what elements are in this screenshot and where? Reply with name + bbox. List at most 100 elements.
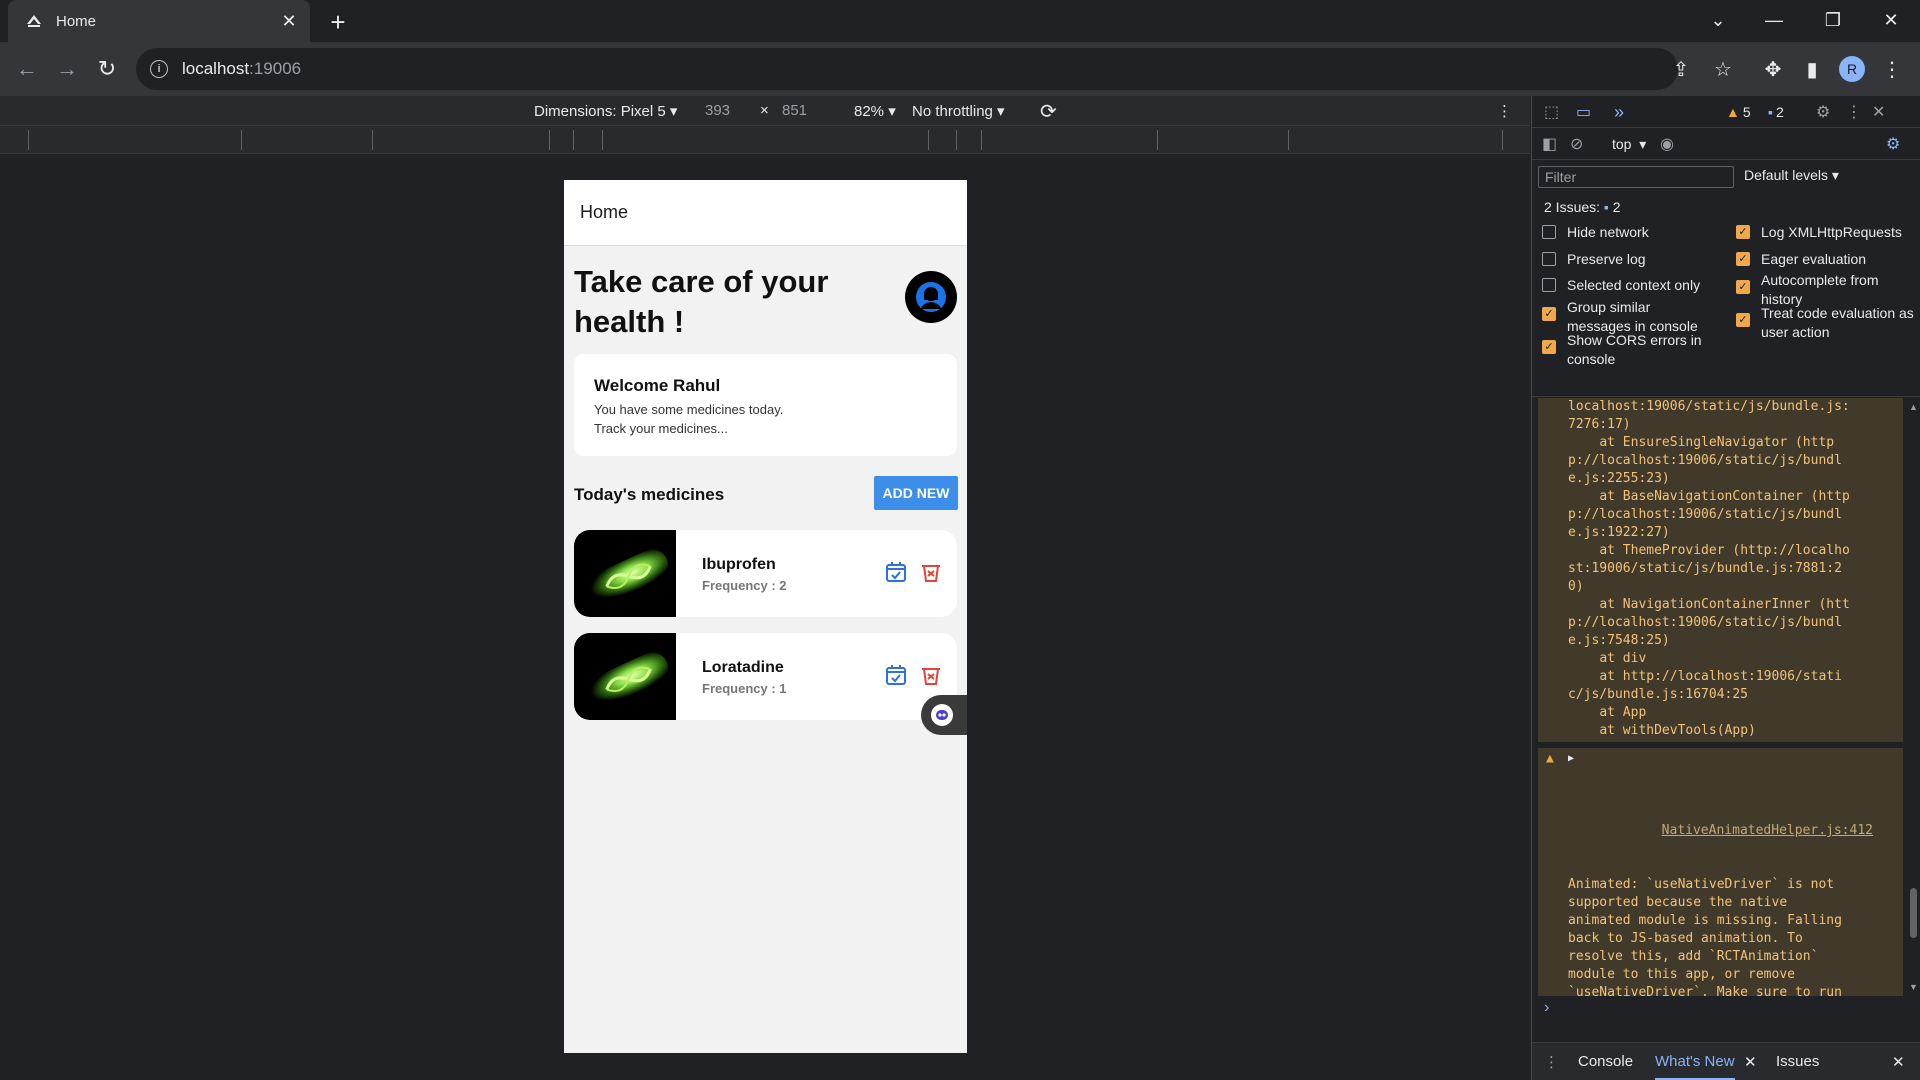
device-toolbar-menu-icon[interactable]: ⋮ xyxy=(1497,102,1512,120)
user-avatar-icon[interactable] xyxy=(905,271,957,323)
eager-eval-option[interactable]: ✓ Eager evaluation xyxy=(1736,250,1920,269)
preserve-log-option[interactable]: Preserve log xyxy=(1542,250,1722,269)
selected-context-checkbox[interactable] xyxy=(1542,278,1556,292)
tab-close-icon[interactable]: ✕ xyxy=(278,10,300,32)
scroll-down-icon[interactable]: ▼ xyxy=(1909,982,1918,992)
tab-issues[interactable]: Issues xyxy=(1776,1053,1819,1070)
drawer-close-icon[interactable]: ✕ xyxy=(1892,1053,1905,1071)
issues-count: 2 xyxy=(1612,199,1621,215)
throttling-dropdown[interactable]: No throttling ▾ xyxy=(912,102,1005,120)
context-label: top xyxy=(1612,136,1632,152)
treat-code-option[interactable]: ✓ Treat code evaluation as user action xyxy=(1736,304,1916,342)
device-toolbar: Dimensions: Pixel 5 ▾ 393 × 851 82% ▾ No… xyxy=(0,96,1530,126)
add-new-button[interactable]: ADD NEW xyxy=(874,476,958,510)
dimensions-label: Dimensions: Pixel 5 xyxy=(534,103,666,120)
tab-title: Home xyxy=(56,12,97,30)
bookmark-star-icon[interactable]: ☆ xyxy=(1708,54,1738,84)
eager-eval-checkbox[interactable]: ✓ xyxy=(1736,252,1750,266)
trace-line: p://localhost:19006/static/js/bundl xyxy=(1568,453,1842,468)
drawer-menu-icon[interactable]: ⋮ xyxy=(1544,1053,1559,1071)
tab-console[interactable]: Console xyxy=(1578,1053,1633,1070)
devtools-close-icon[interactable]: ✕ xyxy=(1872,102,1885,122)
show-cors-option[interactable]: ✓ Show CORS errors in console xyxy=(1542,331,1702,369)
log-xhr-checkbox[interactable]: ✓ xyxy=(1736,225,1750,239)
warnings-counter[interactable]: ▲ 5 xyxy=(1726,102,1751,122)
zoom-dropdown[interactable]: 82% ▾ xyxy=(854,102,896,120)
scroll-up-icon[interactable]: ▲ xyxy=(1909,402,1918,412)
console-scrollbar[interactable]: ▲ ▼ xyxy=(1907,398,1919,996)
selected-context-option[interactable]: Selected context only xyxy=(1542,276,1722,295)
delete-icon[interactable] xyxy=(920,561,942,583)
dimensions-dropdown[interactable]: Dimensions: Pixel 5 ▾ xyxy=(534,102,677,120)
treat-code-checkbox[interactable]: ✓ xyxy=(1736,313,1750,327)
side-panel-icon[interactable]: ▮ xyxy=(1797,54,1827,84)
console-prompt[interactable]: › xyxy=(1544,999,1549,1017)
filter-input[interactable]: Filter xyxy=(1538,166,1734,188)
log-xhr-option[interactable]: ✓ Log XMLHttpRequests xyxy=(1736,223,1920,242)
extensions-icon[interactable]: ✥ xyxy=(1758,54,1788,84)
preserve-log-checkbox[interactable] xyxy=(1542,252,1556,266)
warning-line: Animated: `useNativeDriver` is not xyxy=(1568,877,1835,892)
height-input[interactable]: 851 xyxy=(782,102,807,119)
clear-console-icon[interactable]: ⊘ xyxy=(1570,134,1583,154)
log-levels-dropdown[interactable]: Default levels ▾ xyxy=(1744,167,1839,184)
pill-image xyxy=(574,530,676,617)
scroll-thumb[interactable] xyxy=(1910,888,1917,938)
new-tab-button[interactable]: + xyxy=(324,8,352,36)
trace-line: at withDevTools(App) xyxy=(1568,723,1756,738)
tab-strip: Home ✕ + ⌄ — ❐ ✕ xyxy=(0,0,1920,42)
trace-line: e.js:2255:23) xyxy=(1568,471,1670,486)
medicine-card[interactable]: Ibuprofen Frequency : 2 xyxy=(574,530,957,617)
browser-menu-icon[interactable]: ⋮ xyxy=(1877,54,1907,84)
devtools-menu-icon[interactable]: ⋮ xyxy=(1846,102,1862,122)
forward-icon[interactable]: → xyxy=(52,54,82,84)
context-selector[interactable]: top ▾ xyxy=(1612,134,1646,154)
trace-line: at div xyxy=(1568,651,1647,666)
calendar-check-icon[interactable] xyxy=(885,561,907,583)
minimize-button[interactable]: — xyxy=(1758,6,1790,34)
share-icon[interactable]: ⇪ xyxy=(1666,54,1696,84)
tab-whats-new-close-icon[interactable]: ✕ xyxy=(1744,1053,1757,1071)
calendar-check-icon[interactable] xyxy=(885,664,907,686)
trace-line: at BaseNavigationContainer (http xyxy=(1568,489,1850,504)
browser-tab[interactable]: Home ✕ xyxy=(8,0,310,42)
dev-tools-bubble-icon xyxy=(931,704,953,726)
reload-icon[interactable]: ↻ xyxy=(92,54,122,84)
devtools-settings-icon[interactable]: ⚙ xyxy=(1816,102,1830,122)
medicine-card[interactable]: Loratadine Frequency : 1 xyxy=(574,633,957,720)
window-close-button[interactable]: ✕ xyxy=(1875,6,1907,34)
width-input[interactable]: 393 xyxy=(705,102,730,119)
tab-whats-new[interactable]: What's New xyxy=(1655,1053,1735,1080)
live-expression-eye-icon[interactable]: ◉ xyxy=(1660,134,1674,154)
trace-line: p://localhost:19006/static/js/bundl xyxy=(1568,507,1842,522)
inspect-element-icon[interactable]: ⬚ xyxy=(1544,102,1559,122)
throttling-label: No throttling xyxy=(912,103,993,120)
devtools-main-toolbar: ⬚ ▭ » ▲ 5 ▪ 2 ⚙ ⋮ ✕ xyxy=(1532,96,1920,128)
messages-counter[interactable]: ▪ 2 xyxy=(1768,102,1784,122)
tab-search-icon[interactable]: ⌄ xyxy=(1702,6,1734,34)
app-header: Home xyxy=(564,180,967,246)
medicine-frequency: Frequency : 2 xyxy=(702,578,787,593)
floating-dev-menu-button[interactable] xyxy=(921,695,967,735)
rotate-icon[interactable]: ⟳ xyxy=(1040,99,1057,124)
restore-button[interactable]: ❐ xyxy=(1817,6,1849,34)
device-toggle-icon[interactable]: ▭ xyxy=(1576,102,1591,122)
sidebar-toggle-icon[interactable]: ◧ xyxy=(1542,134,1557,154)
group-similar-checkbox[interactable]: ✓ xyxy=(1542,307,1556,321)
autocomplete-checkbox[interactable]: ✓ xyxy=(1736,280,1750,294)
back-icon[interactable]: ← xyxy=(12,54,42,84)
hide-network-checkbox[interactable] xyxy=(1542,225,1556,239)
profile-avatar[interactable]: R xyxy=(1839,56,1865,82)
hide-network-option[interactable]: Hide network xyxy=(1542,223,1722,242)
expand-triangle-icon[interactable]: ▶ xyxy=(1568,750,1574,768)
warning-source-link[interactable]: NativeAnimatedHelper.js:412 xyxy=(1662,823,1873,838)
issues-counter[interactable]: 2 Issues: ▪ 2 xyxy=(1544,199,1621,215)
delete-icon[interactable] xyxy=(920,664,942,686)
app-header-title: Home xyxy=(580,202,629,222)
more-tabs-icon[interactable]: » xyxy=(1614,102,1624,122)
address-bar[interactable]: i localhost:19006 xyxy=(136,48,1678,90)
site-info-icon[interactable]: i xyxy=(150,60,168,78)
welcome-title: Welcome Rahul xyxy=(594,376,721,395)
show-cors-checkbox[interactable]: ✓ xyxy=(1542,340,1556,354)
console-settings-icon[interactable]: ⚙ xyxy=(1886,134,1900,154)
